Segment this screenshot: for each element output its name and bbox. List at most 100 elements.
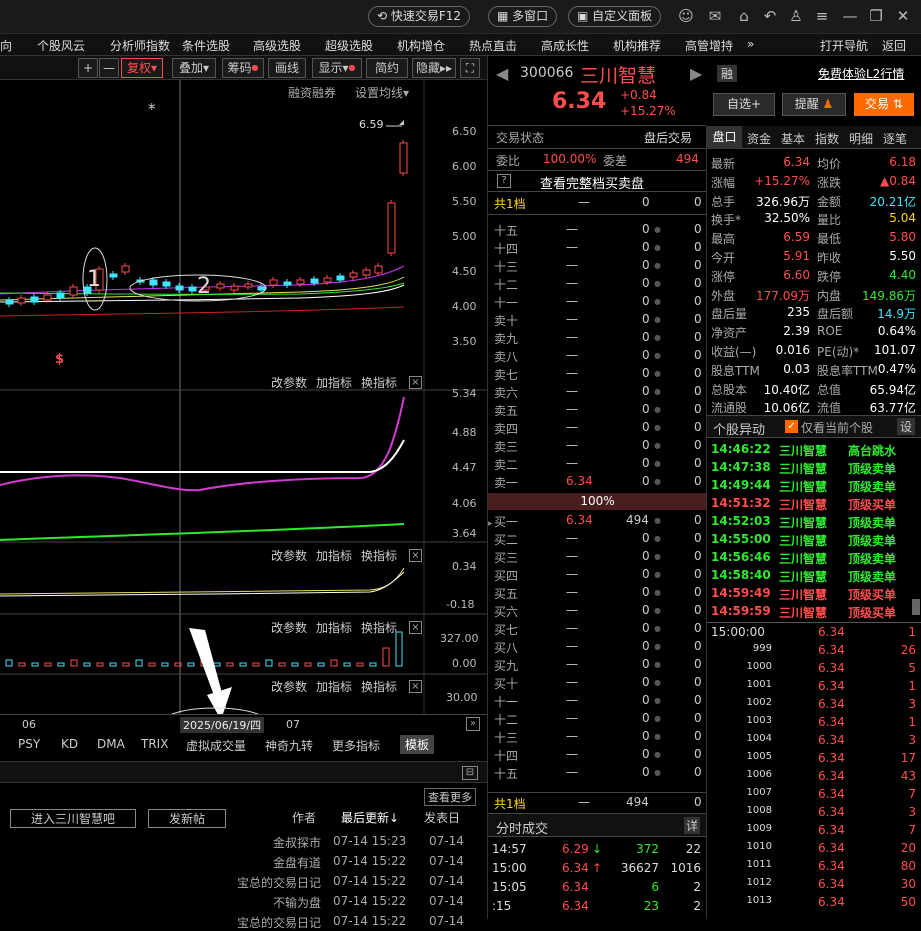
- tab-mingxi[interactable]: 明细: [849, 130, 873, 147]
- tab-zijin[interactable]: 资金: [747, 130, 771, 147]
- col-updated[interactable]: 最后更新↓: [341, 809, 399, 826]
- sell-row[interactable]: 卖二 — 0 ● 0: [488, 455, 707, 473]
- menu-item[interactable]: 分析师指数: [110, 37, 170, 54]
- view-more-button[interactable]: 查看更多: [424, 788, 476, 806]
- help-icon[interactable]: ?: [497, 174, 511, 188]
- buy-row[interactable]: 买九 — 0 ● 0: [488, 656, 707, 674]
- gaicanshu-button[interactable]: 改参数: [271, 374, 307, 391]
- prev-stock-icon[interactable]: ◀: [496, 64, 508, 83]
- diejia-button[interactable]: 叠加▾: [172, 58, 216, 78]
- buy-row[interactable]: 买三 — 0 ● 0: [488, 548, 707, 566]
- jiazhibiao-button[interactable]: 加指标: [316, 619, 352, 636]
- buy-row[interactable]: 买四 — 0 ● 0: [488, 566, 707, 584]
- sell-row[interactable]: 卖四 — 0 ● 0: [488, 419, 707, 437]
- buy-row[interactable]: 买五 — 0 ● 0: [488, 584, 707, 602]
- scroll-right-icon[interactable]: »: [466, 717, 480, 731]
- sell-row[interactable]: 卖六 — 0 ● 0: [488, 383, 707, 401]
- gaicanshu-button[interactable]: 改参数: [271, 678, 307, 695]
- fenshi-detail-button[interactable]: 详: [684, 817, 701, 834]
- tab-virtual-volume[interactable]: 虚拟成交量: [186, 737, 246, 754]
- restore-icon[interactable]: ❐: [866, 6, 886, 26]
- buy-row[interactable]: 十五 — 0 ● 0: [488, 764, 707, 782]
- buy-row[interactable]: 十三 — 0 ● 0: [488, 728, 707, 746]
- tab-zhishu[interactable]: 指数: [815, 130, 839, 147]
- quick-trade-button[interactable]: ⟲ 快速交易F12: [368, 6, 471, 27]
- skin-icon[interactable]: ♙: [786, 6, 806, 26]
- l2-link[interactable]: 免费体验L2行情: [818, 65, 904, 82]
- full-depth-link[interactable]: 查看完整档买卖盘: [540, 173, 644, 192]
- fullscreen-icon[interactable]: ⛶: [460, 58, 480, 78]
- buy-row[interactable]: 十一 — 0 ● 0: [488, 692, 707, 710]
- enter-forum-button[interactable]: 进入三川智慧吧: [10, 809, 137, 828]
- col-author[interactable]: 作者: [292, 809, 316, 826]
- alert-row[interactable]: 14:47:38 三川智慧 顶级卖单: [707, 459, 921, 477]
- huanzhibiao-button[interactable]: 换指标: [361, 678, 397, 695]
- tab-zhubi[interactable]: 逐笔: [883, 130, 907, 147]
- sell-row[interactable]: 十一 — 0 ● 0: [488, 293, 707, 311]
- fuquan-button[interactable]: 复权▾: [121, 58, 163, 78]
- menu-item[interactable]: 向: [0, 37, 12, 54]
- sell-row[interactable]: 卖十 — 0 ● 0: [488, 311, 707, 329]
- sell-row[interactable]: 卖八 — 0 ● 0: [488, 347, 707, 365]
- huanzhibiao-button[interactable]: 换指标: [361, 374, 397, 391]
- tab-template[interactable]: 模板: [400, 735, 435, 754]
- post-title[interactable]: 金叔探市: [273, 834, 321, 851]
- menu-more[interactable]: »: [747, 37, 754, 51]
- alerts-settings-button[interactable]: 设: [897, 418, 916, 435]
- tab-more-indicators[interactable]: 更多指标: [332, 737, 380, 754]
- new-post-button[interactable]: 发新帖: [148, 809, 227, 828]
- close-subchart-icon[interactable]: ×: [409, 549, 422, 562]
- buy-row[interactable]: 十二 — 0 ● 0: [488, 710, 707, 728]
- user-icon[interactable]: ☺: [676, 6, 696, 26]
- collapse-icon[interactable]: ⊟: [462, 766, 478, 780]
- tab-kd[interactable]: KD: [61, 737, 78, 751]
- buy-row[interactable]: 买二 — 0 ● 0: [488, 530, 707, 548]
- menu-item[interactable]: 条件选股: [182, 37, 230, 54]
- multi-window-button[interactable]: ▦ 多窗口: [488, 6, 558, 27]
- tab-jiben[interactable]: 基本: [781, 130, 805, 147]
- sell-row[interactable]: 卖七 — 0 ● 0: [488, 365, 707, 383]
- alert-row[interactable]: 14:51:32 三川智慧 顶级买单: [707, 495, 921, 513]
- close-icon[interactable]: ✕: [893, 6, 913, 26]
- home-icon[interactable]: ⌂: [734, 6, 754, 26]
- sell-row[interactable]: 卖九 — 0 ● 0: [488, 329, 707, 347]
- minimize-icon[interactable]: —: [840, 6, 860, 26]
- buy-row[interactable]: 买十 — 0 ● 0: [488, 674, 707, 692]
- sell-row[interactable]: 十三 — 0 ● 0: [488, 257, 707, 275]
- sell-row[interactable]: 卖五 — 0 ● 0: [488, 401, 707, 419]
- jianyue-button[interactable]: 简约: [366, 58, 408, 78]
- buy-row[interactable]: 十四 — 0 ● 0: [488, 746, 707, 764]
- alert-button[interactable]: 提醒 ♟: [782, 93, 846, 116]
- open-nav-link[interactable]: 打开导航: [820, 37, 868, 54]
- sell-row[interactable]: 十五 — 0 ● 0: [488, 221, 707, 239]
- alert-row[interactable]: 14:46:22 三川智慧 高台跳水: [707, 441, 921, 459]
- next-stock-icon[interactable]: ▶: [690, 64, 702, 83]
- back-icon[interactable]: ↶: [760, 6, 780, 26]
- buy-row[interactable]: 买六 — 0 ● 0: [488, 602, 707, 620]
- ma-setting-link[interactable]: 设置均线▾: [355, 84, 409, 101]
- alert-row[interactable]: 14:49:44 三川智慧 顶级卖单: [707, 477, 921, 495]
- trade-button[interactable]: 交易 ⇅: [854, 93, 914, 116]
- close-subchart-icon[interactable]: ×: [409, 376, 422, 389]
- close-subchart-icon[interactable]: ×: [409, 621, 422, 634]
- post-title[interactable]: 宝总的交易日记: [237, 874, 321, 891]
- menu-item[interactable]: 热点直击: [469, 37, 517, 54]
- post-title[interactable]: 金盘有道: [273, 854, 321, 871]
- huanzhibiao-button[interactable]: 换指标: [361, 619, 397, 636]
- close-subchart-icon[interactable]: ×: [409, 680, 422, 693]
- alert-row[interactable]: 14:52:03 三川智慧 顶级卖单: [707, 513, 921, 531]
- col-posted[interactable]: 发表日: [424, 809, 460, 826]
- alert-row[interactable]: 14:56:46 三川智慧 顶级卖单: [707, 549, 921, 567]
- zoom-out-button[interactable]: —: [99, 58, 119, 78]
- tab-pankou[interactable]: 盘口: [707, 126, 742, 149]
- sell-row[interactable]: 卖三 — 0 ● 0: [488, 437, 707, 455]
- only-current-checkbox[interactable]: ✓: [785, 420, 798, 433]
- jiazhibiao-button[interactable]: 加指标: [316, 374, 352, 391]
- jiazhibiao-button[interactable]: 加指标: [316, 678, 352, 695]
- menu-item[interactable]: 个股风云: [37, 37, 85, 54]
- back-link[interactable]: 返回: [882, 37, 906, 54]
- tab-psy[interactable]: PSY: [18, 737, 40, 751]
- rzrq-link[interactable]: 融资融券: [288, 84, 336, 101]
- menu-item[interactable]: 机构增仓: [397, 37, 445, 54]
- tab-magic-nine[interactable]: 神奇九转: [265, 737, 313, 754]
